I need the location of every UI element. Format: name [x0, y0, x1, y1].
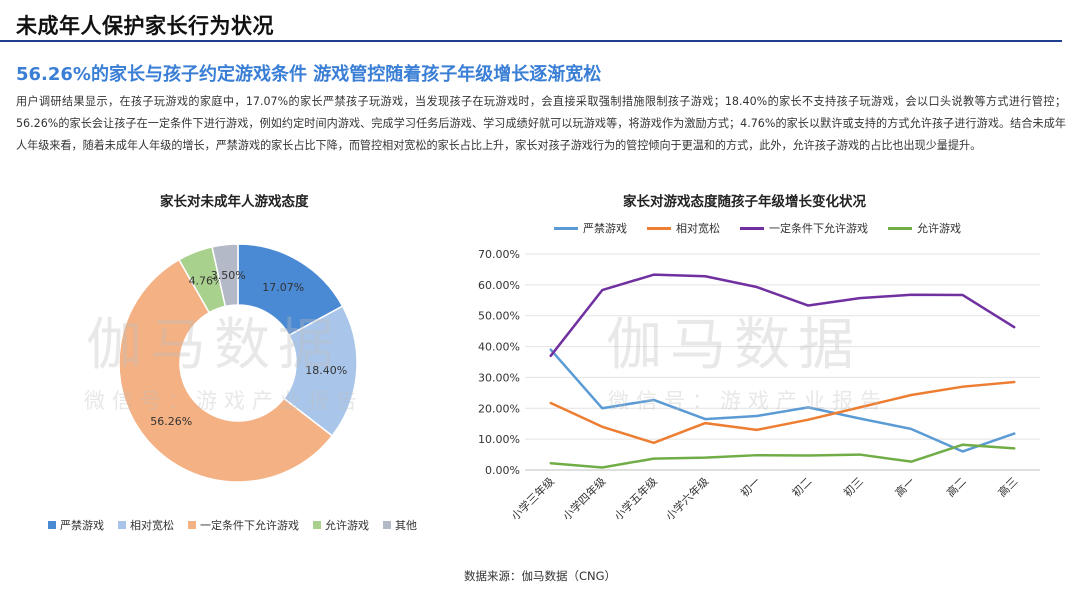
donut-legend-label-0: 严禁游戏 [60, 519, 104, 532]
line-legend-item-2: 一定条件下允许游戏 [740, 220, 868, 236]
y-tick-label-1: 10.00% [478, 433, 520, 446]
donut-slice-label-1: 18.40% [305, 364, 347, 377]
x-tick-label-4: 初一 [737, 474, 762, 499]
donut-legend-swatch-0 [48, 521, 56, 529]
x-tick-label-3: 小学六年级 [663, 474, 712, 523]
donut-legend-label-3: 允许游戏 [325, 519, 369, 532]
headline: 56.26%的家长与孩子约定游戏条件 游戏管控随着孩子年级增长逐渐宽松 [16, 64, 602, 85]
y-tick-label-5: 50.00% [478, 310, 520, 323]
y-tick-label-0: 0.00% [485, 464, 520, 477]
body-paragraph: 用户调研结果显示，在孩子玩游戏的家庭中，17.07%的家长严禁孩子玩游戏，当发现… [16, 95, 1066, 153]
donut-legend-swatch-4 [383, 521, 391, 529]
series-line-0 [549, 348, 1016, 453]
x-tick-label-1: 小学四年级 [560, 474, 609, 523]
donut-legend-label-2: 一定条件下允许游戏 [200, 519, 299, 532]
x-tick-label-2: 小学五年级 [611, 474, 660, 523]
donut-slice-label-4: 3.50% [211, 269, 246, 282]
y-tick-label-2: 20.00% [478, 402, 520, 415]
page-title: 未成年人保护家长行为状况 [16, 14, 274, 38]
donut-chart-title: 家长对未成年人游戏态度 [160, 194, 309, 210]
line-legend-item-0: 严禁游戏 [554, 220, 627, 236]
line-legend-swatch-3 [888, 226, 912, 230]
donut-legend-item-3: 允许游戏 [313, 517, 369, 533]
x-tick-label-8: 高二 [943, 474, 968, 499]
line-legend: 严禁游戏 相对宽松 一定条件下允许游戏 允许游戏 [554, 220, 981, 236]
y-tick-label-7: 70.00% [478, 248, 520, 261]
line-legend-swatch-2 [740, 226, 764, 230]
title-divider [0, 40, 1062, 42]
x-tick-label-0: 小学三年级 [508, 474, 557, 523]
line-legend-swatch-1 [647, 226, 671, 230]
donut-legend-label-1: 相对宽松 [130, 519, 174, 532]
line-legend-item-1: 相对宽松 [647, 220, 720, 236]
x-tick-label-7: 高一 [892, 474, 917, 499]
donut-chart: 17.07%18.40%56.26%4.76%3.50% [118, 243, 358, 483]
donut-legend: 严禁游戏 相对宽松 一定条件下允许游戏 允许游戏 其他 [48, 517, 431, 533]
donut-legend-swatch-3 [313, 521, 321, 529]
donut-legend-item-1: 相对宽松 [118, 517, 174, 533]
x-tick-label-5: 初二 [789, 474, 814, 499]
donut-legend-item-0: 严禁游戏 [48, 517, 104, 533]
donut-slice-label-0: 17.07% [262, 281, 304, 294]
line-legend-label-2: 一定条件下允许游戏 [769, 222, 868, 235]
donut-legend-label-4: 其他 [395, 519, 417, 532]
series-line-3 [549, 443, 1016, 469]
donut-legend-swatch-2 [188, 521, 196, 529]
y-tick-label-4: 40.00% [478, 341, 520, 354]
line-legend-swatch-0 [554, 226, 578, 230]
donut-slice-label-2: 56.26% [150, 415, 192, 428]
donut-legend-item-4: 其他 [383, 517, 417, 533]
x-tick-label-9: 高三 [995, 474, 1020, 499]
data-source: 数据来源：伽马数据（CNG） [463, 569, 617, 583]
line-chart-title: 家长对游戏态度随孩子年级增长变化状况 [623, 194, 866, 210]
y-tick-label-3: 30.00% [478, 371, 520, 384]
donut-legend-swatch-1 [118, 521, 126, 529]
line-legend-label-0: 严禁游戏 [583, 222, 627, 235]
line-chart: 0.00% 10.00% 20.00% 30.00% 40.00% 50.00% 60.00… [478, 248, 1040, 523]
x-tick-label-6: 初三 [840, 474, 865, 499]
donut-legend-item-2: 一定条件下允许游戏 [188, 517, 299, 533]
y-tick-label-6: 60.00% [478, 279, 520, 292]
line-legend-label-1: 相对宽松 [676, 222, 720, 235]
line-legend-label-3: 允许游戏 [917, 222, 961, 235]
line-legend-item-3: 允许游戏 [888, 220, 961, 236]
